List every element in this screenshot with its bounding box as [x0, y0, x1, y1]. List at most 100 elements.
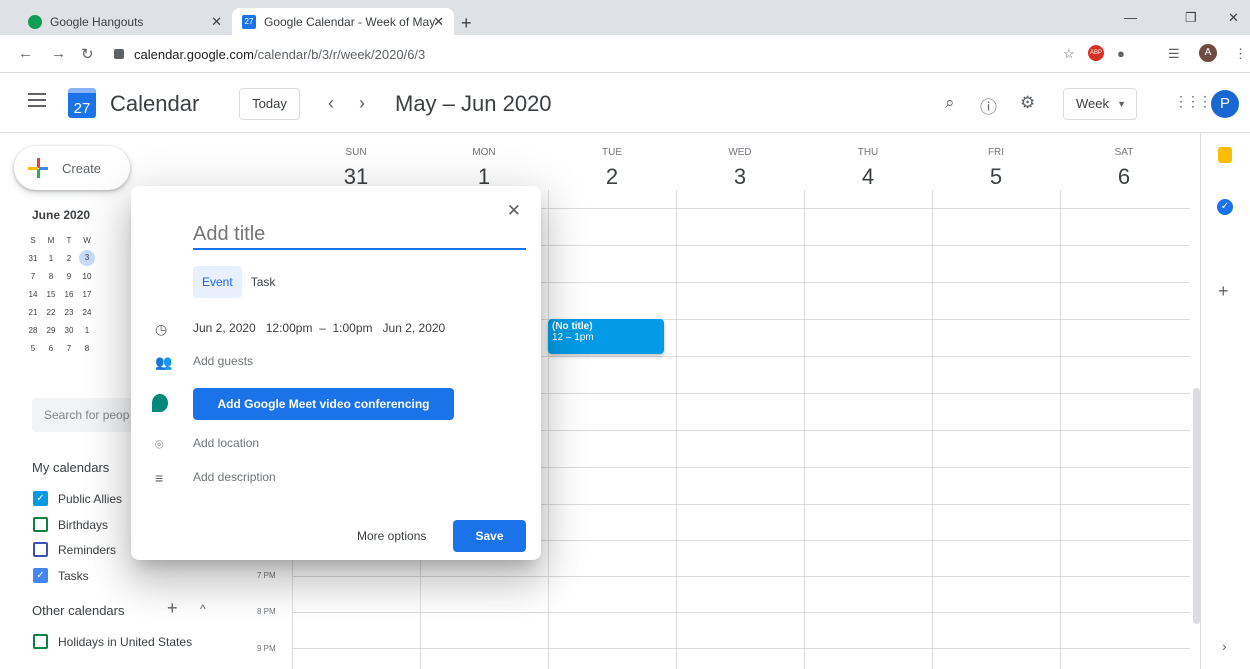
reading-list-icon[interactable]: ☰ — [1168, 46, 1180, 62]
mini-day[interactable]: 1 — [42, 254, 60, 263]
day-date[interactable]: 6 — [1060, 164, 1188, 190]
checkbox-checked[interactable]: ✓ — [33, 491, 48, 506]
end-time[interactable]: 1:00pm — [332, 321, 372, 335]
chevron-up-icon[interactable]: ^ — [200, 602, 206, 616]
restore-icon[interactable]: ❐ — [1185, 10, 1197, 26]
mini-day[interactable]: 8 — [78, 344, 96, 353]
tab-event[interactable]: Event — [193, 266, 242, 298]
checkbox-checked[interactable]: ✓ — [33, 568, 48, 583]
day-date[interactable]: 2 — [548, 164, 676, 190]
browser-tab-hangouts[interactable]: Google Hangouts ✕ — [18, 8, 232, 35]
day-date[interactable]: 3 — [676, 164, 804, 190]
view-selector[interactable]: Week ▼ — [1063, 88, 1137, 120]
settings-gear-icon[interactable]: ⚙ — [1020, 93, 1035, 113]
day-date[interactable]: 5 — [932, 164, 1060, 190]
profile-avatar[interactable]: A — [1199, 44, 1217, 62]
start-time[interactable]: 12:00pm — [266, 321, 313, 335]
chevron-right-icon[interactable]: › — [1222, 638, 1227, 654]
back-icon[interactable]: ← — [18, 45, 33, 62]
checkbox-unchecked[interactable] — [33, 517, 48, 532]
help-icon[interactable]: ⓘ — [980, 93, 997, 118]
add-meet-button[interactable]: Add Google Meet video conferencing — [193, 388, 454, 420]
mini-day-selected[interactable]: 3 — [79, 250, 95, 266]
star-icon[interactable]: ☆ — [1063, 46, 1075, 62]
search-icon[interactable]: ⌕ — [945, 93, 955, 113]
url-field[interactable]: calendar.google.com /calendar/b/3/r/week… — [114, 41, 1044, 67]
keep-icon[interactable] — [1218, 147, 1232, 163]
close-window-icon[interactable]: ✕ — [1228, 10, 1239, 26]
other-calendars-heading[interactable]: Other calendars — [32, 603, 125, 618]
search-people-input[interactable]: Search for peop — [32, 398, 142, 432]
reload-icon[interactable]: ↻ — [81, 45, 94, 63]
mini-day[interactable]: 21 — [24, 308, 42, 317]
mini-day[interactable]: 30 — [60, 326, 78, 335]
add-location-field[interactable]: Add location — [193, 436, 259, 450]
create-button[interactable]: Create — [14, 146, 130, 190]
browser-tab-calendar[interactable]: 27 Google Calendar - Week of May ✕ — [232, 8, 454, 35]
mini-day[interactable]: 7 — [60, 344, 78, 353]
mini-day[interactable]: 8 — [42, 272, 60, 281]
mini-day[interactable]: 24 — [78, 308, 96, 317]
day-header[interactable]: SUN 31 — [292, 133, 420, 190]
today-button[interactable]: Today — [239, 88, 300, 120]
calendar-item-reminders[interactable]: Reminders — [33, 542, 116, 557]
close-tab-icon[interactable]: ✕ — [211, 14, 222, 30]
event-title-input[interactable] — [193, 220, 526, 250]
mini-day[interactable]: 31 — [24, 254, 42, 263]
tasks-icon[interactable]: ✓ — [1217, 199, 1233, 215]
mini-day[interactable]: 22 — [42, 308, 60, 317]
day-header[interactable]: SAT 6 — [1060, 133, 1188, 190]
day-header[interactable]: FRI 5 — [932, 133, 1060, 190]
main-menu-icon[interactable] — [28, 93, 46, 107]
mini-day[interactable]: 7 — [24, 272, 42, 281]
my-calendars-heading[interactable]: My calendars — [32, 460, 109, 475]
add-guests-field[interactable]: Add guests — [193, 354, 253, 368]
mini-day[interactable]: 16 — [60, 290, 78, 299]
calendar-item-public-allies[interactable]: ✓ Public Allies — [33, 491, 122, 506]
mini-day[interactable]: 14 — [24, 290, 42, 299]
grid-scrollbar[interactable] — [1193, 388, 1200, 624]
checkbox-unchecked[interactable] — [33, 542, 48, 557]
close-icon[interactable]: ✕ — [507, 201, 521, 221]
calendar-item-tasks[interactable]: ✓ Tasks — [33, 568, 89, 583]
end-date[interactable]: Jun 2, 2020 — [383, 321, 446, 335]
day-header[interactable]: TUE 2 — [548, 133, 676, 190]
day-header[interactable]: THU 4 — [804, 133, 932, 190]
date-time-text[interactable]: Jun 2, 2020 12:00pm – 1:00pm Jun 2, 2020 — [193, 321, 445, 335]
day-header[interactable]: WED 3 — [676, 133, 804, 190]
add-addon-icon[interactable]: + — [1218, 281, 1229, 302]
new-tab-button[interactable]: + — [461, 13, 472, 34]
mini-day[interactable]: 1 — [78, 326, 96, 335]
mini-day[interactable]: 29 — [42, 326, 60, 335]
adblock-icon[interactable]: ABP — [1088, 45, 1104, 61]
mini-day[interactable]: 6 — [42, 344, 60, 353]
add-description-field[interactable]: Add description — [193, 470, 276, 484]
account-avatar[interactable]: P — [1211, 90, 1239, 118]
calendar-item-birthdays[interactable]: Birthdays — [33, 517, 108, 532]
checkbox-unchecked[interactable] — [33, 634, 48, 649]
mini-day[interactable]: 2 — [60, 254, 78, 263]
calendar-item-holidays[interactable]: Holidays in United States — [33, 634, 192, 649]
day-date[interactable]: 4 — [804, 164, 932, 190]
previous-week-icon[interactable]: ‹ — [328, 93, 334, 114]
mini-day[interactable]: 15 — [42, 290, 60, 299]
add-calendar-icon[interactable]: + — [167, 598, 178, 619]
close-tab-icon[interactable]: ✕ — [433, 14, 444, 30]
start-date[interactable]: Jun 2, 2020 — [193, 321, 256, 335]
extension-icon[interactable]: ● — [1117, 46, 1125, 61]
day-header[interactable]: MON 1 — [420, 133, 548, 190]
mini-day[interactable]: 23 — [60, 308, 78, 317]
mini-day[interactable]: 5 — [24, 344, 42, 353]
browser-menu-icon[interactable]: ⋮ — [1234, 46, 1247, 62]
minimize-icon[interactable]: — — [1124, 10, 1137, 25]
mini-day[interactable]: 28 — [24, 326, 42, 335]
tab-task[interactable]: Task — [242, 266, 285, 298]
save-button[interactable]: Save — [453, 520, 526, 552]
mini-day[interactable]: 17 — [78, 290, 96, 299]
more-options-button[interactable]: More options — [357, 529, 426, 543]
next-week-icon[interactable]: › — [359, 93, 365, 114]
apps-grid-icon[interactable]: ⋮⋮⋮ — [1174, 93, 1212, 110]
forward-icon[interactable]: → — [51, 45, 66, 62]
mini-day[interactable]: 9 — [60, 272, 78, 281]
draft-event-block[interactable]: (No title) 12 – 1pm — [548, 319, 664, 354]
